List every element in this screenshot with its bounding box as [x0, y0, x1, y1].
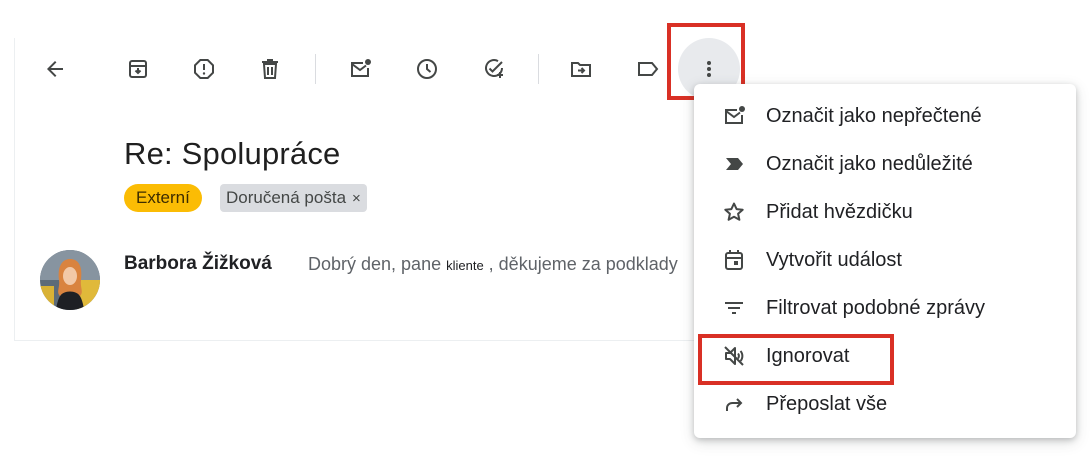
menu-item-mute[interactable]: Ignorovat — [694, 332, 1076, 380]
calendar-icon — [720, 246, 748, 274]
menu-item-label: Přidat hvězdičku — [766, 200, 913, 223]
more-options-menu: Označit jako nepřečtené Označit jako ned… — [694, 84, 1076, 438]
back-arrow-icon[interactable] — [35, 49, 75, 89]
menu-item-filter-similar[interactable]: Filtrovat podobné zprávy — [694, 284, 1076, 332]
menu-item-label: Označit jako nedůležité — [766, 152, 973, 175]
report-spam-icon[interactable] — [184, 49, 224, 89]
menu-item-create-event[interactable]: Vytvořit událost — [694, 236, 1076, 284]
menu-item-add-star[interactable]: Přidat hvězdičku — [694, 188, 1076, 236]
move-to-icon[interactable] — [561, 49, 601, 89]
toolbar-divider — [315, 54, 316, 84]
menu-item-forward-all[interactable]: Přeposlat vše — [694, 380, 1076, 428]
forward-icon — [720, 390, 748, 418]
mark-unread-icon[interactable] — [340, 49, 380, 89]
archive-icon[interactable] — [118, 49, 158, 89]
menu-item-label: Ignorovat — [766, 344, 850, 367]
toolbar-divider — [538, 54, 539, 84]
not-important-icon — [720, 150, 748, 178]
menu-item-label: Filtrovat podobné zprávy — [766, 296, 986, 319]
menu-item-not-important[interactable]: Označit jako nedůležité — [694, 140, 1076, 188]
menu-item-label: Vytvořit událost — [766, 248, 902, 271]
email-snippet[interactable]: Dobrý den, pane kliente , děkujeme za po… — [308, 254, 698, 275]
remove-label-icon[interactable]: × — [352, 190, 361, 207]
mark-unread-icon — [720, 102, 748, 130]
label-inbox[interactable]: Doručená pošta × — [220, 184, 367, 212]
label-externi[interactable]: Externí — [124, 184, 202, 212]
filter-icon — [720, 294, 748, 322]
label-inbox-text: Doručená pošta — [226, 188, 347, 207]
email-subject: Re: Spolupráce — [124, 136, 341, 171]
avatar[interactable] — [40, 250, 100, 310]
label-icon[interactable] — [628, 49, 668, 89]
delete-icon[interactable] — [250, 49, 290, 89]
snippet-end: , děkujeme za podklady — [483, 254, 678, 274]
mute-icon — [720, 342, 748, 370]
menu-item-label: Označit jako nepřečtené — [766, 104, 982, 127]
snooze-icon[interactable] — [407, 49, 447, 89]
menu-item-label: Přeposlat vše — [766, 392, 888, 415]
star-icon — [720, 198, 748, 226]
snippet-placeholder: kliente — [446, 258, 484, 273]
snippet-start: Dobrý den, pane — [308, 254, 447, 274]
add-task-icon[interactable] — [474, 49, 514, 89]
menu-item-mark-unread[interactable]: Označit jako nepřečtené — [694, 92, 1076, 140]
sender-name[interactable]: Barbora Žižková — [124, 253, 272, 275]
